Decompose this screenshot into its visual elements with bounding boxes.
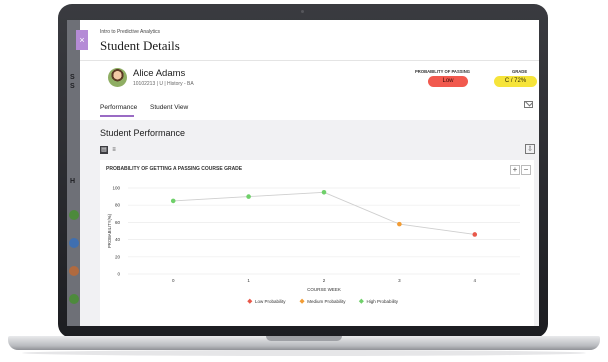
data-point <box>397 221 402 227</box>
y-tick-label: 20 <box>115 254 121 259</box>
x-tick-label: 4 <box>474 278 477 283</box>
probability-label: PROBABILITY OF PASSING <box>415 69 470 74</box>
x-tick-label: 0 <box>172 278 175 283</box>
legend-marker <box>299 298 305 304</box>
page-title: Student Details <box>100 38 180 53</box>
avatar <box>108 68 127 87</box>
probability-line-chart: 0 20 40 60 80 100 0 1 2 3 4 COURSE WEEK PROBABILITY(… <box>107 186 520 304</box>
chart-card: PROBABILITY OF GETTING A PASSING COURSE … <box>100 160 534 326</box>
laptop-shadow <box>22 350 586 356</box>
data-point <box>321 190 327 195</box>
y-tick-label: 80 <box>115 203 121 208</box>
tab-student-view[interactable]: Student View <box>150 104 188 111</box>
y-tick-label: 100 <box>112 186 120 191</box>
close-button[interactable]: × <box>76 30 88 50</box>
x-tick-label: 1 <box>247 278 250 283</box>
background-letter: H <box>70 178 76 185</box>
y-axis-label: PROBABILITY(%) <box>107 213 112 248</box>
background-avatar <box>69 210 79 220</box>
legend-marker <box>247 298 253 304</box>
background-app-strip: S S H <box>67 20 80 326</box>
legend-marker <box>358 298 364 304</box>
x-tick-label: 3 <box>398 278 401 283</box>
student-details-panel: × Intro to Predictive Analytics Student … <box>76 20 539 326</box>
download-icon[interactable]: ⇩ <box>525 144 535 154</box>
data-point <box>246 194 251 199</box>
legend-label: Low Probability <box>255 299 286 304</box>
legend-label: Medium Probability <box>307 299 346 304</box>
x-tick-label: 2 <box>323 278 326 283</box>
screen: S S H × Intro to Predictive Analytics St… <box>67 20 539 326</box>
bar-chart-icon[interactable]: ▤ <box>100 146 108 154</box>
laptop-notch <box>266 336 342 341</box>
background-letter: S <box>70 83 75 90</box>
list-icon[interactable]: ≡ <box>110 146 118 154</box>
breadcrumb[interactable]: Intro to Predictive Analytics <box>100 29 160 35</box>
data-point <box>170 198 176 204</box>
probability-badge: Low <box>428 76 468 87</box>
laptop-lid: S S H × Intro to Predictive Analytics St… <box>58 4 548 338</box>
background-letter: S <box>70 74 75 81</box>
tab-performance[interactable]: Performance <box>100 104 137 111</box>
data-point <box>472 232 478 237</box>
performance-section: Student Performance ▤ ≡ ⇩ PROBABILITY OF… <box>80 120 539 326</box>
background-avatar <box>69 294 79 304</box>
y-tick-label: 0 <box>117 272 120 277</box>
grade-badge: C / 72% <box>494 76 537 87</box>
student-name: Alice Adams <box>133 68 186 79</box>
x-axis-label: COURSE WEEK <box>307 287 341 292</box>
background-avatar <box>69 266 79 276</box>
divider <box>80 60 539 61</box>
mail-icon[interactable] <box>524 101 533 108</box>
student-meta: 10102213 | U | History - BA <box>133 81 194 87</box>
y-tick-label: 40 <box>115 237 121 242</box>
y-tick-label: 60 <box>115 220 121 225</box>
active-tab-indicator <box>100 115 134 117</box>
grade-label: GRADE <box>512 69 528 74</box>
series-line <box>173 191 475 235</box>
camera-icon <box>301 10 304 13</box>
legend-label: High Probability <box>367 299 399 304</box>
section-title: Student Performance <box>100 128 186 138</box>
background-avatar <box>69 238 79 248</box>
